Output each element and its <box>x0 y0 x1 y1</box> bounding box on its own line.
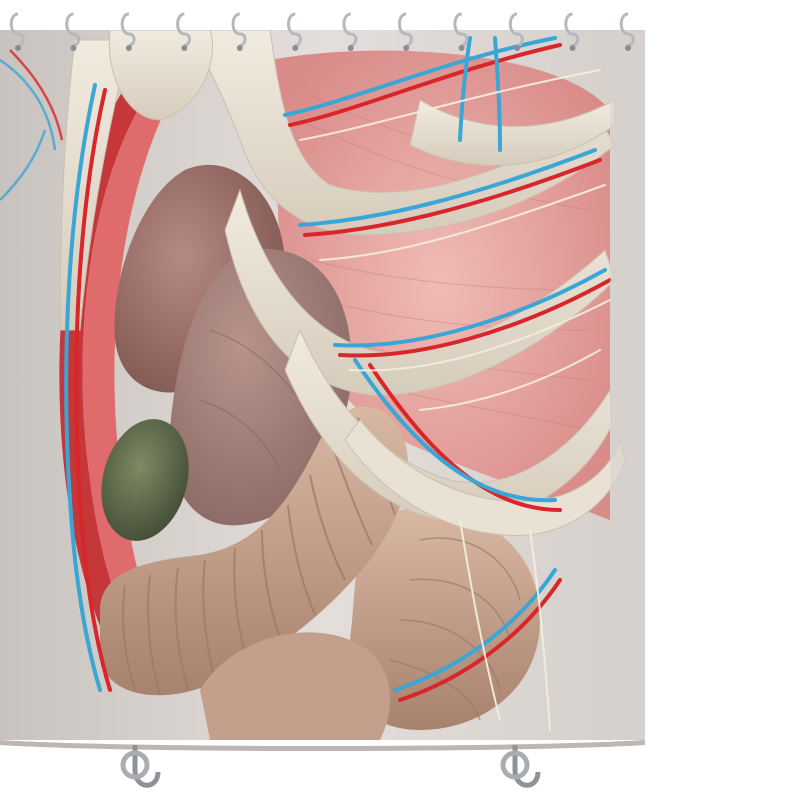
hook-grommet <box>403 45 410 51</box>
hook-grommet <box>15 45 21 51</box>
hook-grommet <box>70 45 77 51</box>
hook-grommet <box>292 45 299 51</box>
hook-grommet <box>569 45 576 51</box>
hook-grommet <box>347 45 354 51</box>
bottom-hook-right <box>500 745 541 788</box>
hook-grommet <box>236 45 243 51</box>
hook-grommet <box>181 45 188 51</box>
hook-grommet <box>514 45 521 51</box>
hook-grommet <box>125 45 132 51</box>
product-scene <box>0 12 645 788</box>
bottom-hook-left <box>120 745 161 788</box>
curtain-hem <box>0 740 645 751</box>
hook-grommet <box>458 45 465 51</box>
curtain-panel <box>0 30 645 740</box>
hook-grommet <box>625 45 631 51</box>
curtain-right-shade <box>610 30 645 740</box>
